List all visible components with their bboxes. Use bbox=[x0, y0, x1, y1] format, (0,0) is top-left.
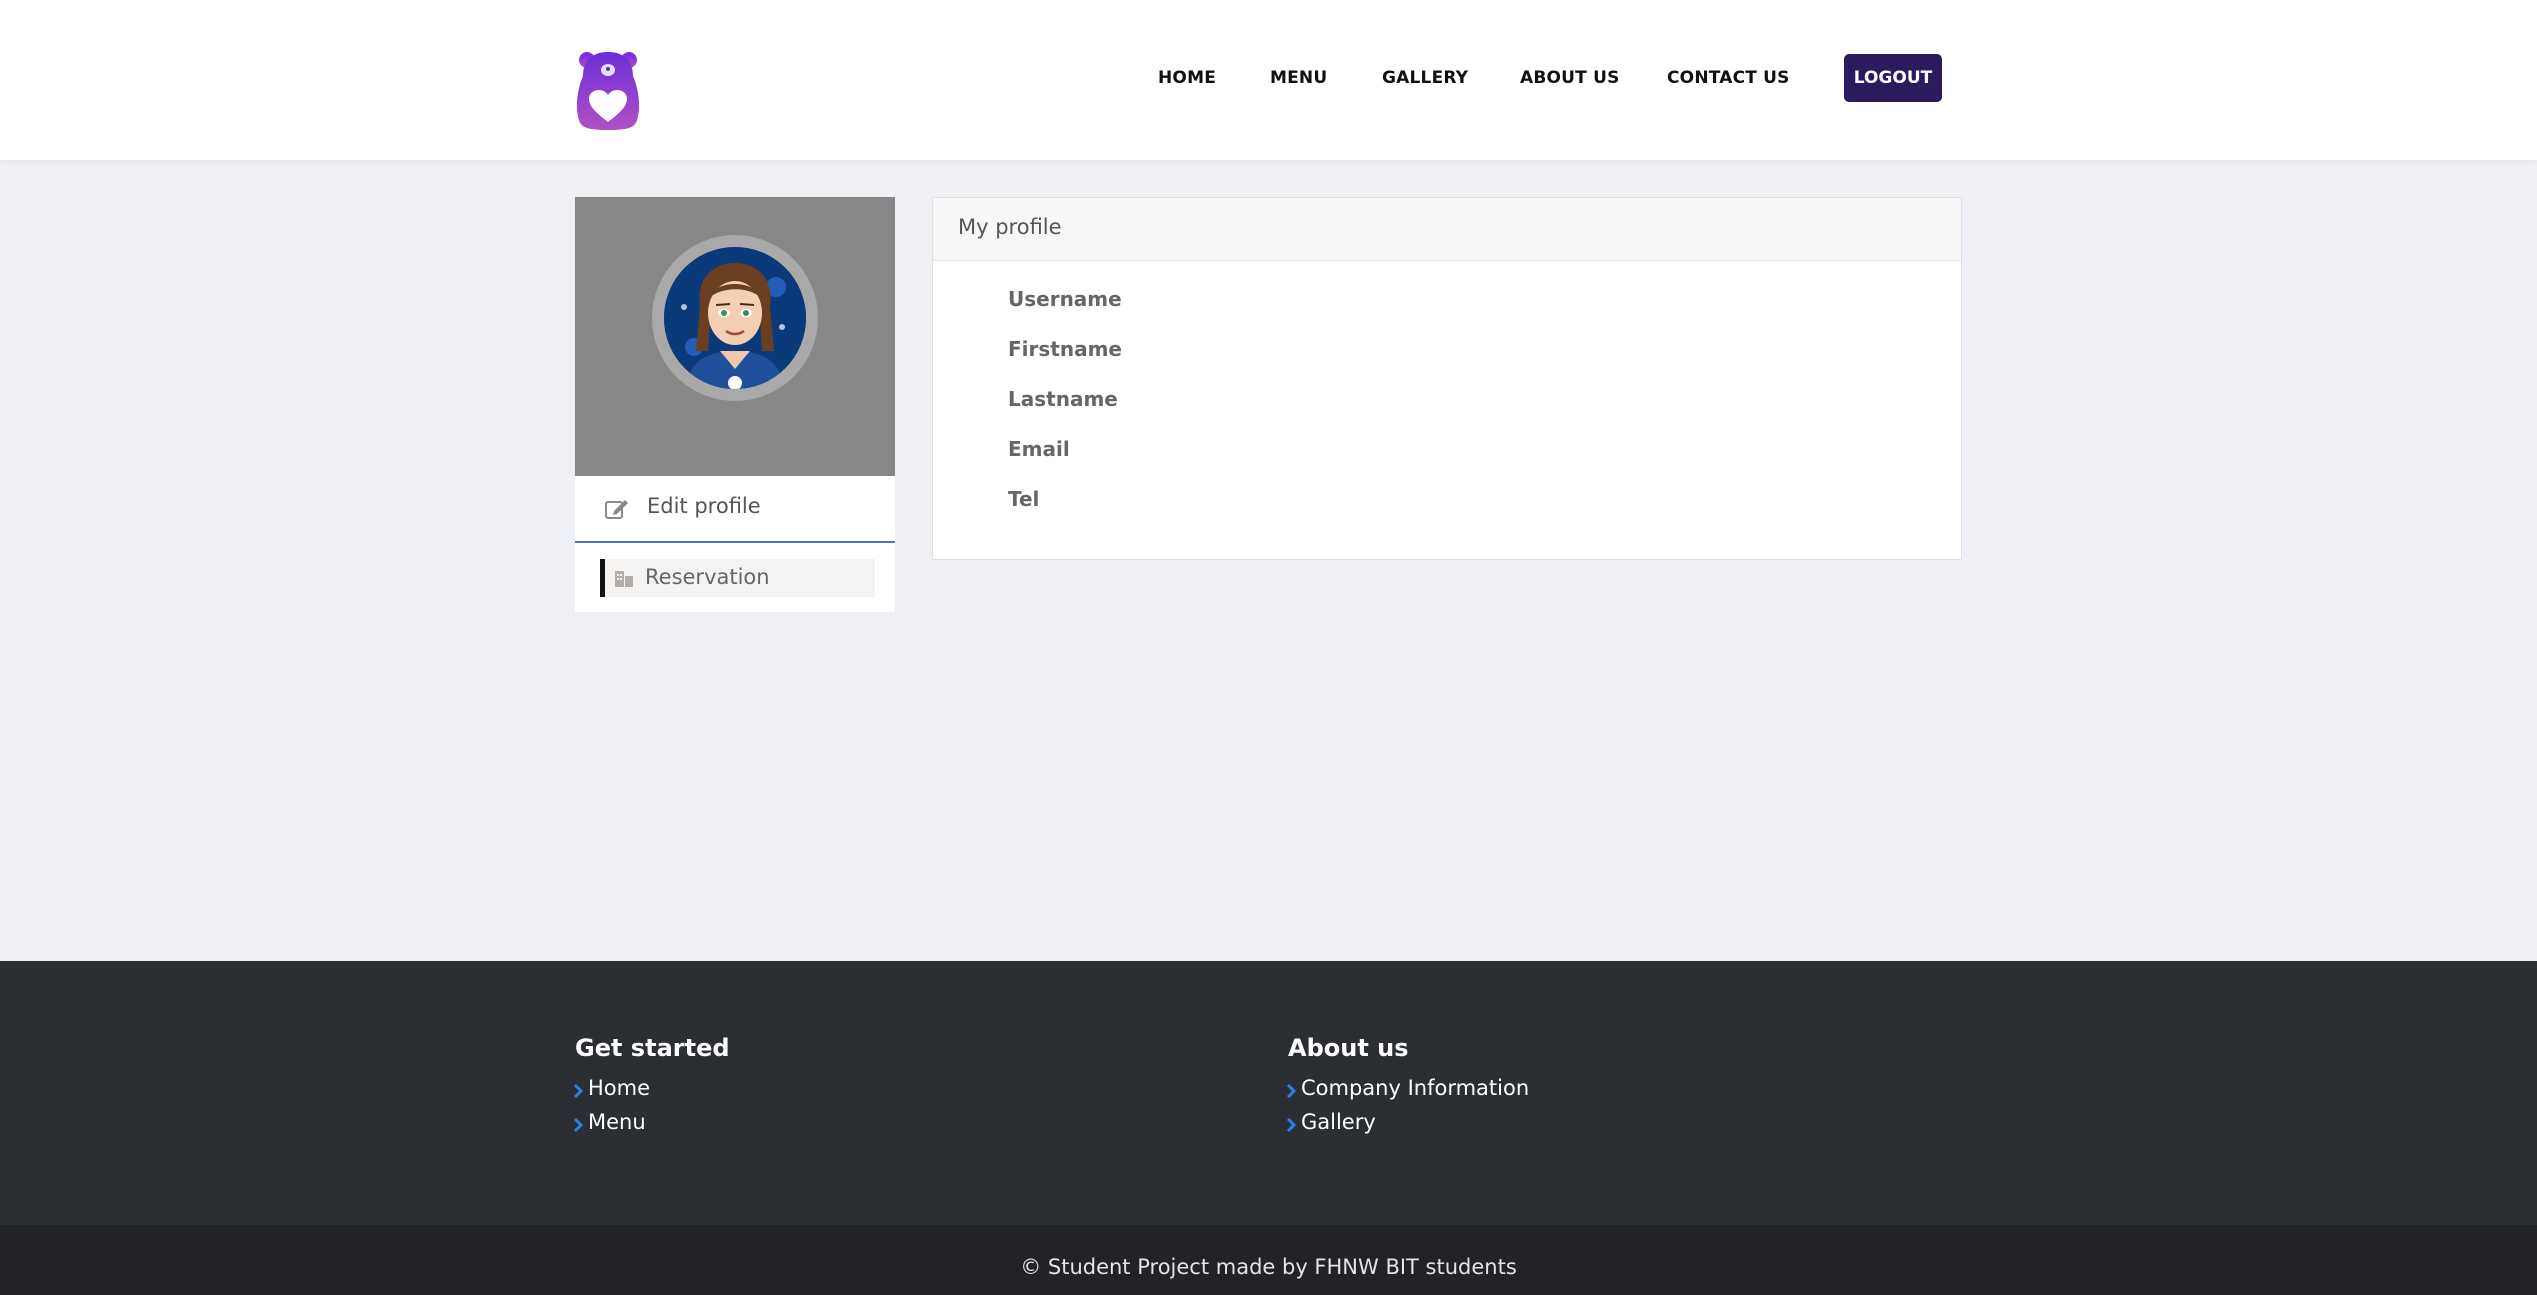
footer-link-home[interactable]: Home bbox=[588, 1076, 650, 1100]
sidebar-item-reservation[interactable]: Reservation bbox=[600, 559, 875, 597]
nav-about-us[interactable]: ABOUT US bbox=[1520, 54, 1620, 102]
bear-heart-logo-icon[interactable] bbox=[575, 50, 641, 130]
nav-home[interactable]: HOME bbox=[1158, 54, 1216, 102]
chevron-right-icon bbox=[1286, 1084, 1296, 1098]
profile-title: My profile bbox=[958, 215, 1062, 239]
edit-icon bbox=[605, 498, 629, 520]
footer-title-about-us: About us bbox=[1288, 1034, 1409, 1062]
nav-gallery[interactable]: GALLERY bbox=[1382, 54, 1468, 102]
building-icon bbox=[613, 567, 635, 589]
logout-button[interactable]: LOGOUT bbox=[1844, 54, 1942, 102]
site-header: HOME MENU GALLERY ABOUT US CONTACT US LO… bbox=[0, 0, 2537, 160]
field-label-firstname: Firstname bbox=[1008, 337, 1122, 361]
footer-copyright-bar: © Student Project made by FHNW BIT stude… bbox=[0, 1225, 2537, 1295]
footer-title-get-started: Get started bbox=[575, 1034, 730, 1062]
profile-sidebar: Edit profile Reservation bbox=[575, 197, 895, 612]
avatar-ring bbox=[652, 235, 818, 401]
sidebar-item-label: Reservation bbox=[645, 565, 770, 589]
avatar-panel bbox=[575, 197, 895, 476]
profile-card-header: My profile bbox=[933, 198, 1961, 261]
chevron-right-icon bbox=[573, 1084, 583, 1098]
chevron-right-icon bbox=[573, 1118, 583, 1132]
avatar-cartoon-woman-icon bbox=[664, 247, 806, 389]
footer-link-gallery[interactable]: Gallery bbox=[1301, 1110, 1376, 1134]
field-label-lastname: Lastname bbox=[1008, 387, 1118, 411]
field-label-email: Email bbox=[1008, 437, 1070, 461]
nav-contact-us[interactable]: CONTACT US bbox=[1667, 54, 1790, 102]
footer-link-company-information[interactable]: Company Information bbox=[1301, 1076, 1529, 1100]
site-footer: Get started Home Menu About us Company I… bbox=[0, 961, 2537, 1225]
copyright-text: © Student Project made by FHNW BIT stude… bbox=[1020, 1255, 1517, 1279]
sidebar-item-label: Edit profile bbox=[647, 494, 761, 518]
nav-menu[interactable]: MENU bbox=[1270, 54, 1327, 102]
footer-link-menu[interactable]: Menu bbox=[588, 1110, 646, 1134]
chevron-right-icon bbox=[1286, 1118, 1296, 1132]
profile-card: My profile Username Firstname Lastname E… bbox=[932, 197, 1962, 560]
field-label-username: Username bbox=[1008, 287, 1122, 311]
sidebar-item-edit-profile[interactable]: Edit profile bbox=[575, 476, 895, 543]
field-label-tel: Tel bbox=[1008, 487, 1040, 511]
